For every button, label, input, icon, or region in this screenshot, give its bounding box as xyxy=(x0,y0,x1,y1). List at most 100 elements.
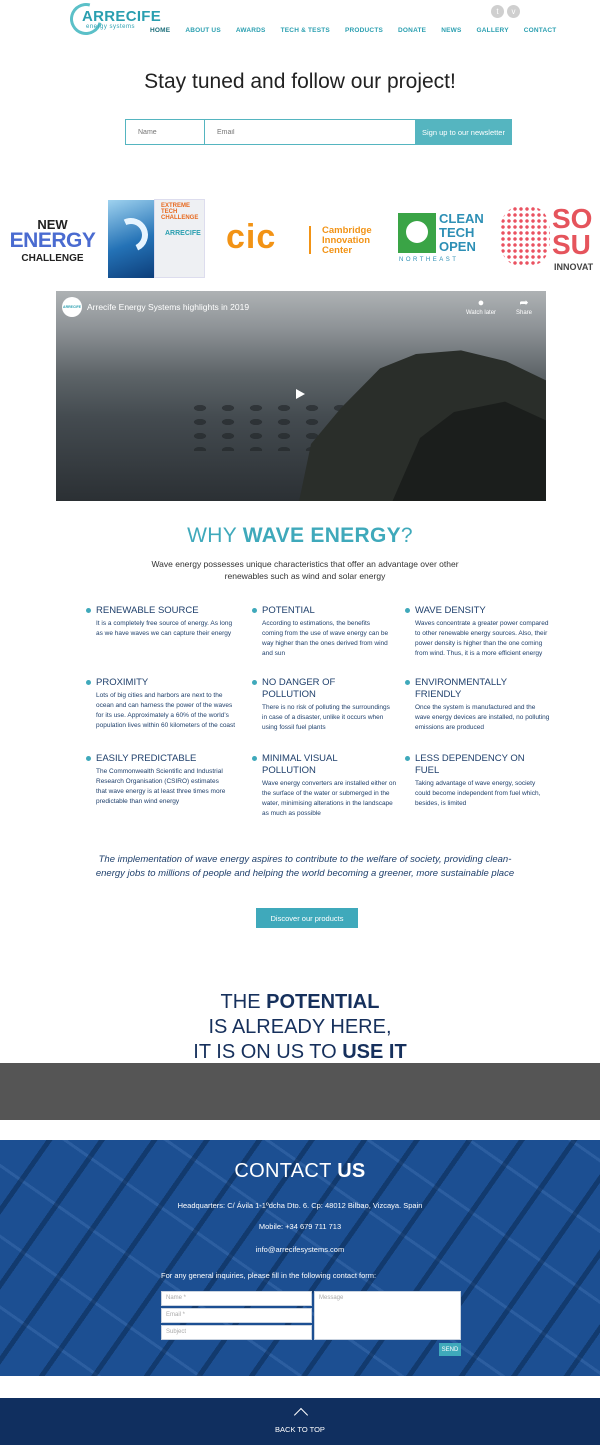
contact-form-label: For any general inquiries, please fill i… xyxy=(161,1271,377,1280)
why-subtitle: Wave energy possesses unique characteris… xyxy=(151,559,459,581)
chevron-up-icon[interactable] xyxy=(293,1407,309,1423)
newsletter-form: Sign up to our newsletter xyxy=(125,119,512,145)
new-energy-line2: ENERGY xyxy=(9,229,96,252)
watch-later-button[interactable]: ● Watch later xyxy=(463,296,499,316)
solve-line2: SU xyxy=(552,229,591,260)
feature-title: EASILY PREDICTABLE xyxy=(86,753,236,765)
wave-curl-icon xyxy=(109,213,153,257)
feature-title: PROXIMITY xyxy=(86,677,236,689)
share-label: Share xyxy=(515,310,532,316)
extreme-tech-challenge-logo[interactable]: EXTREME TECH CHALLENGE ARRECIFE xyxy=(154,199,205,278)
feature-title: NO DANGER OF POLLUTION xyxy=(252,677,352,701)
potential-line2: IS ALREADY HERE, xyxy=(208,1016,392,1038)
feature-desc: There is no risk of polluting the surrou… xyxy=(262,704,390,731)
play-icon[interactable] xyxy=(296,389,305,399)
clock-icon: ● xyxy=(477,297,485,309)
wave-image[interactable] xyxy=(108,200,154,278)
clean-tech-square xyxy=(398,213,436,253)
nav-awards[interactable]: AWARDS xyxy=(236,27,266,34)
feature-potential: POTENTIAL According to estimations, the … xyxy=(252,605,392,659)
send-button[interactable]: SEND xyxy=(439,1343,461,1356)
potential-line3: IT IS ON US TO USE IT xyxy=(193,1041,407,1063)
nav-donate[interactable]: DONATE xyxy=(398,27,426,34)
feature-no-danger-pollution: NO DANGER OF POLLUTION There is no risk … xyxy=(252,677,392,733)
new-energy-line3: CHALLENGE xyxy=(21,253,84,264)
channel-avatar[interactable]: ARRECIFE xyxy=(62,297,82,317)
extreme-tech-arrecife: ARRECIFE xyxy=(165,230,201,237)
cic-logo[interactable]: cic Cambridge Innovation Center xyxy=(226,218,386,260)
feature-minimal-visual-pollution: MINIMAL VISUAL POLLUTION Wave energy con… xyxy=(252,753,397,819)
clean-tech-text: CLEAN TECH OPEN xyxy=(439,212,484,254)
nav-contact[interactable]: CONTACT xyxy=(524,27,557,34)
clean-tech-northeast: NORTHEAST xyxy=(399,257,459,263)
newsletter-email-input[interactable] xyxy=(205,120,416,144)
discover-products-button[interactable]: Discover our products xyxy=(256,908,358,928)
contact-mobile[interactable]: Mobile: +34 679 711 713 xyxy=(0,1222,600,1231)
solve-dots xyxy=(500,206,550,266)
nav-about-us[interactable]: ABOUT US xyxy=(185,27,221,34)
new-energy-challenge-logo[interactable]: NEW ENERGY CHALLENGE xyxy=(0,205,105,280)
main-nav: HOME ABOUT US AWARDS TECH & TESTS PRODUC… xyxy=(150,27,571,34)
newsletter-name-input[interactable] xyxy=(126,120,205,144)
share-icon: ➦ xyxy=(519,297,529,309)
solve-innovation-logo[interactable]: SO SU INNOVAT xyxy=(500,200,600,276)
clean-tech-open-logo[interactable]: CLEAN TECH OPEN NORTHEAST xyxy=(398,210,488,266)
contact-section: CONTACT US Headquarters: C/ Ávila 1-1ºdc… xyxy=(0,1140,600,1376)
feature-title: POTENTIAL xyxy=(252,605,392,617)
nav-products[interactable]: PRODUCTS xyxy=(345,27,383,34)
video-player[interactable]: ARRECIFE Arrecife Energy Systems highlig… xyxy=(56,291,546,501)
twitter-icon[interactable]: t xyxy=(491,5,504,18)
solve-innovation: INNOVAT xyxy=(554,262,594,272)
newsletter-signup-button[interactable]: Sign up to our newsletter xyxy=(416,120,511,144)
contact-message-field[interactable]: Message xyxy=(314,1291,461,1340)
potential-line1: THE POTENTIAL xyxy=(220,991,380,1013)
vimeo-icon[interactable]: v xyxy=(507,5,520,18)
feature-desc: Taking advantage of wave energy, society… xyxy=(415,780,541,807)
nav-gallery[interactable]: GALLERY xyxy=(477,27,509,34)
share-button[interactable]: ➦ Share xyxy=(509,296,539,316)
feature-title: LESS DEPENDENCY ON FUEL xyxy=(405,753,530,777)
feature-title: WAVE DENSITY xyxy=(405,605,550,617)
why-wave-title: WHY WAVE ENERGY? xyxy=(0,524,600,548)
clean-tech-line3: OPEN xyxy=(439,239,476,254)
why-title-plain: WHY xyxy=(187,524,243,547)
feature-desc: Wave energy converters are installed eit… xyxy=(262,780,397,817)
feature-title: ENVIRONMENTALLY FRIENDLY xyxy=(405,677,520,701)
feature-desc: It is a completely free source of energy… xyxy=(96,620,233,637)
feature-easily-predictable: EASILY PREDICTABLE The Commonwealth Scie… xyxy=(86,753,236,807)
why-title-end: ? xyxy=(400,524,413,547)
solve-text: SO SU xyxy=(552,205,592,260)
feature-proximity: PROXIMITY Lots of big cities and harbors… xyxy=(86,677,236,731)
feature-desc: According to estimations, the benefits c… xyxy=(262,620,389,657)
logo-text: ARRECIFE xyxy=(82,8,162,25)
feature-title: RENEWABLE SOURCE xyxy=(86,605,236,617)
video-title[interactable]: Arrecife Energy Systems highlights in 20… xyxy=(87,302,249,312)
clean-tech-line1: CLEAN xyxy=(439,211,484,226)
nav-home[interactable]: HOME xyxy=(150,27,170,34)
nav-news[interactable]: NEWS xyxy=(441,27,461,34)
contact-email[interactable]: info@arrecifesystems.com xyxy=(0,1245,600,1254)
newsletter-headline: Stay tuned and follow our project! xyxy=(144,70,456,93)
logo-subtext: energy systems xyxy=(86,24,136,30)
clean-tech-line2: TECH xyxy=(439,225,475,240)
why-title-bold: WAVE ENERGY xyxy=(242,524,401,547)
feature-desc: The Commonwealth Scientific and Industri… xyxy=(96,768,226,805)
cic-line3: Center xyxy=(322,245,353,256)
cic-text: Cambridge Innovation Center xyxy=(322,226,372,256)
contact-address: Headquarters: C/ Ávila 1-1ºdcha Dto. 6. … xyxy=(177,1201,423,1210)
feature-environmentally-friendly: ENVIRONMENTALLY FRIENDLY Once the system… xyxy=(405,677,550,733)
footer: BACK TO TOP xyxy=(0,1398,600,1445)
potential-heading: THE POTENTIAL IS ALREADY HERE, IT IS ON … xyxy=(0,990,600,1065)
extreme-tech-text: EXTREME TECH CHALLENGE xyxy=(161,203,199,221)
contact-name-field[interactable]: Name * xyxy=(161,1291,312,1306)
nav-tech-tests[interactable]: TECH & TESTS xyxy=(281,27,330,34)
feature-desc: Waves concentrate a greater power compar… xyxy=(415,620,549,657)
feature-less-dependency-fuel: LESS DEPENDENCY ON FUEL Taking advantage… xyxy=(405,753,545,809)
grey-banner xyxy=(0,1063,600,1120)
feature-desc: Once the system is manufactured and the … xyxy=(415,704,550,731)
contact-subject-field[interactable]: Subject xyxy=(161,1325,312,1340)
logo[interactable]: ARRECIFE energy systems xyxy=(64,0,161,41)
back-to-top-link[interactable]: BACK TO TOP xyxy=(0,1425,600,1434)
contact-email-field[interactable]: Email * xyxy=(161,1308,312,1323)
feature-renewable-source: RENEWABLE SOURCE It is a completely free… xyxy=(86,605,236,639)
